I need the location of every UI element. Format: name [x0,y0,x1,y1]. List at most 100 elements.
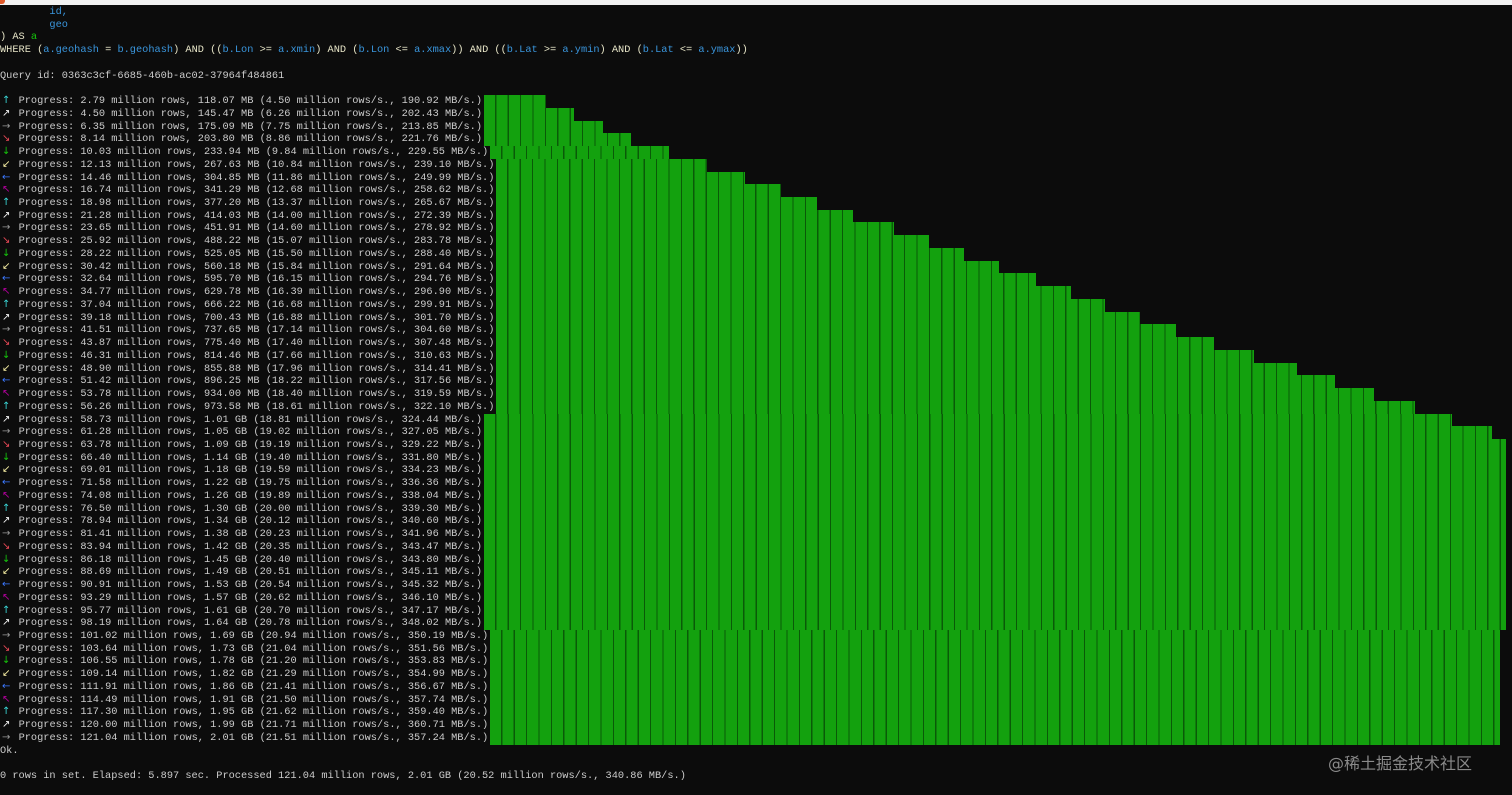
progress-text: Progress: 88.69 million rows, 1.49 GB (2… [18,566,483,579]
progress-line: ↙ Progress: 88.69 million rows, 1.49 GB … [0,566,482,579]
progress-row: ↙ Progress: 69.01 million rows, 1.18 GB … [0,464,1512,478]
arrow-right-icon: → [2,120,11,132]
ok-status: Ok. [0,744,19,757]
progress-row: → Progress: 23.65 million rows, 451.91 M… [0,222,1512,236]
arrow-down-icon: ↓ [2,146,11,158]
arrow-up-right-icon: ↗ [2,719,11,731]
arrow-up-icon: ↑ [2,502,11,514]
progress-line: ↓ Progress: 86.18 million rows, 1.45 GB … [0,554,482,567]
sql-keyword: )) AND (( [451,44,507,57]
progress-text: Progress: 86.18 million rows, 1.45 GB (2… [18,553,483,566]
arrow-right-icon: → [2,731,11,743]
progress-text: Progress: 58.73 million rows, 1.01 GB (1… [18,413,483,426]
progress-text: Progress: 2.79 million rows, 118.07 MB (… [18,95,483,108]
progress-line: ↗ Progress: 78.94 million rows, 1.34 GB … [0,515,482,528]
arrow-left-icon: ← [2,171,11,183]
progress-row: ↙ Progress: 48.90 million rows, 855.88 M… [0,362,1512,376]
progress-text: Progress: 34.77 million rows, 629.78 MB … [18,286,495,299]
progress-bar [484,617,1507,630]
arrow-up-icon: ↑ [2,706,11,718]
progress-bar [484,464,1507,478]
progress-bar [496,158,707,172]
progress-line: ↖ Progress: 16.74 million rows, 341.29 M… [0,184,494,197]
progress-line: ↖ Progress: 114.49 million rows, 1.91 GB… [0,694,488,707]
progress-text: Progress: 93.29 million rows, 1.57 GB (2… [18,591,483,604]
progress-bar [484,426,1492,439]
progress-row: → Progress: 81.41 million rows, 1.38 GB … [0,528,1512,541]
sql-identifier: b.Lon [358,44,390,57]
progress-line: ↘ Progress: 103.64 million rows, 1.73 GB… [0,643,488,656]
progress-text: Progress: 103.64 million rows, 1.73 GB (… [18,642,489,655]
progress-row: ← Progress: 90.91 million rows, 1.53 GB … [0,579,1512,592]
progress-bar [496,209,854,223]
progress-bar [484,107,575,121]
progress-bar [484,477,1507,490]
progress-text: Progress: 69.01 million rows, 1.18 GB (1… [18,464,483,477]
arrow-down-icon: ↓ [2,451,11,463]
progress-row: ↘ Progress: 8.14 million rows, 203.80 MB… [0,133,1512,147]
sql-line-geo: geo [0,18,68,31]
progress-bar [484,591,1507,605]
progress-bar [496,337,1214,350]
arrow-right-icon: → [2,426,11,438]
progress-line: → Progress: 101.02 million rows, 1.69 GB… [0,630,488,643]
sql-as-line: ) AS a [0,31,1512,44]
progress-text: Progress: 14.46 million rows, 304.85 MB … [18,171,495,184]
sql-line-id: id, [0,6,68,18]
progress-bar [484,502,1507,516]
progress-line: ↘ Progress: 83.94 million rows, 1.42 GB … [0,541,482,554]
progress-row: ↑ Progress: 37.04 million rows, 666.22 M… [0,298,1512,312]
progress-line: ↓ Progress: 46.31 million rows, 814.46 M… [0,350,494,363]
progress-row: ↗ Progress: 120.00 million rows, 1.99 GB… [0,719,1512,732]
progress-text: Progress: 90.91 million rows, 1.53 GB (2… [18,579,483,592]
progress-line: ↙ Progress: 109.14 million rows, 1.82 GB… [0,668,488,681]
query-summary: 0 rows in set. Elapsed: 5.897 sec. Proce… [0,770,686,783]
arrow-up-right-icon: ↗ [2,311,11,323]
progress-line: ← Progress: 111.91 million rows, 1.86 GB… [0,681,488,694]
progress-text: Progress: 46.31 million rows, 814.46 MB … [18,349,495,362]
progress-line: ↖ Progress: 34.77 million rows, 629.78 M… [0,286,494,299]
arrow-up-left-icon: ↖ [2,286,11,298]
progress-line: → Progress: 81.41 million rows, 1.38 GB … [0,528,482,541]
progress-line: ↗ Progress: 21.28 million rows, 414.03 M… [0,210,494,223]
arrow-right-icon: → [2,324,11,336]
sql-identifier: a.geohash [43,44,99,57]
progress-text: Progress: 25.92 million rows, 488.22 MB … [18,235,495,248]
progress-bar [490,642,1501,656]
progress-row: ↙ Progress: 109.14 million rows, 1.82 GB… [0,668,1512,681]
progress-text: Progress: 51.42 million rows, 896.25 MB … [18,375,495,388]
progress-row: ↓ Progress: 66.40 million rows, 1.14 GB … [0,451,1512,465]
sql-keyword: WHERE ( [0,44,44,57]
arrow-up-right-icon: ↗ [2,107,11,119]
progress-row: ↖ Progress: 114.49 million rows, 1.91 GB… [0,693,1512,707]
progress-bar [490,680,1501,694]
progress-line: ← Progress: 14.46 million rows, 304.85 M… [0,172,494,185]
progress-row: ↘ Progress: 83.94 million rows, 1.42 GB … [0,540,1512,554]
progress-bar [490,629,1501,643]
progress-text: Progress: 28.22 million rows, 525.05 MB … [18,247,495,260]
sql-identifier: a.xmin [278,44,316,57]
progress-line: ← Progress: 71.58 million rows, 1.22 GB … [0,477,482,490]
progress-row: ← Progress: 32.64 million rows, 595.70 M… [0,273,1512,287]
progress-bar [496,298,1105,312]
progress-line: ↘ Progress: 63.78 million rows, 1.09 GB … [0,439,482,452]
sql-keyword: >= [537,44,563,57]
arrow-up-right-icon: ↗ [2,515,11,527]
progress-text: Progress: 76.50 million rows, 1.30 GB (2… [18,502,483,515]
progress-line: ↓ Progress: 28.22 million rows, 525.05 M… [0,248,494,261]
progress-line: ↖ Progress: 53.78 million rows, 934.00 M… [0,388,494,401]
sql-where-line: WHERE (a.geohash = b.geohash) AND ((b.Lo… [0,44,1512,57]
progress-line: ↖ Progress: 93.29 million rows, 1.57 GB … [0,592,482,605]
arrow-right-icon: → [2,528,11,540]
progress-row: ↗ Progress: 78.94 million rows, 1.34 GB … [0,515,1512,529]
progress-text: Progress: 16.74 million rows, 341.29 MB … [18,184,495,197]
progress-text: Progress: 66.40 million rows, 1.14 GB (1… [18,451,483,464]
arrow-up-icon: ↑ [2,197,11,209]
progress-text: Progress: 43.87 million rows, 775.40 MB … [18,337,495,350]
progress-bar [484,566,1507,580]
arrow-left-icon: ← [2,477,11,489]
progress-text: Progress: 61.28 million rows, 1.05 GB (1… [18,426,483,439]
progress-text: Progress: 117.30 million rows, 1.95 GB (… [18,706,489,719]
